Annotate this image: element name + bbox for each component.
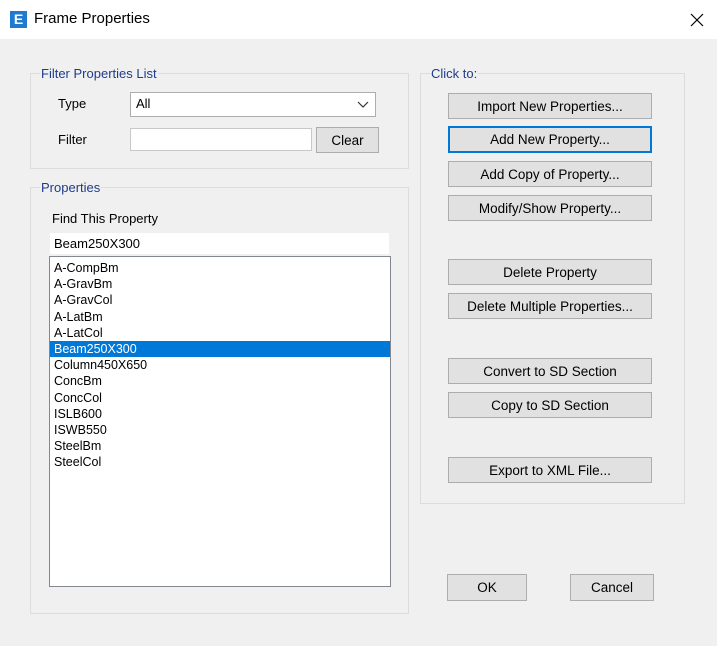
type-dropdown-value: All <box>136 96 151 111</box>
import-new-properties-button[interactable]: Import New Properties... <box>448 93 652 119</box>
add-copy-property-button[interactable]: Add Copy of Property... <box>448 161 652 187</box>
properties-group-label: Properties <box>40 180 102 195</box>
filter-group-label: Filter Properties List <box>40 66 158 81</box>
list-item[interactable]: SteelCol <box>50 454 390 470</box>
cancel-button[interactable]: Cancel <box>570 574 654 601</box>
list-item[interactable]: Beam250X300 <box>50 340 390 358</box>
list-item[interactable]: A-LatCol <box>50 325 390 341</box>
list-item[interactable]: ISWB550 <box>50 422 390 438</box>
app-logo-icon: E <box>10 11 27 28</box>
window-title: Frame Properties <box>34 10 150 27</box>
find-property-label: Find This Property <box>52 211 158 226</box>
list-item[interactable]: A-CompBm <box>50 260 390 276</box>
list-item[interactable]: A-GravCol <box>50 292 390 308</box>
list-item[interactable]: SteelBm <box>50 438 390 454</box>
properties-list[interactable]: A-CompBm A-GravBm A-GravCol A-LatBm A-LatCol… <box>49 256 391 587</box>
list-item[interactable]: Column450X650 <box>50 357 390 373</box>
type-label: Type <box>58 96 87 111</box>
export-to-xml-button[interactable]: Export to XML File... <box>448 457 652 483</box>
click-to-group-label: Click to: <box>430 66 479 81</box>
close-button[interactable] <box>676 0 717 39</box>
delete-multiple-properties-button[interactable]: Delete Multiple Properties... <box>448 293 652 319</box>
find-property-input[interactable] <box>49 232 390 255</box>
list-item[interactable]: ISLB600 <box>50 406 390 422</box>
list-item[interactable]: A-GravBm <box>50 276 390 292</box>
list-item[interactable]: ConcBm <box>50 373 390 389</box>
type-dropdown[interactable]: All <box>130 92 376 117</box>
list-item[interactable]: A-LatBm <box>50 309 390 325</box>
title-bar: E Frame Properties <box>0 0 717 39</box>
close-icon <box>690 13 703 26</box>
filter-group <box>30 73 409 169</box>
modify-show-property-button[interactable]: Modify/Show Property... <box>448 195 652 221</box>
delete-property-button[interactable]: Delete Property <box>448 259 652 285</box>
ok-button[interactable]: OK <box>447 574 527 601</box>
filter-label: Filter <box>58 132 87 147</box>
list-item[interactable]: ConcCol <box>50 390 390 406</box>
chevron-down-icon <box>357 101 369 108</box>
convert-to-sd-section-button[interactable]: Convert to SD Section <box>448 358 652 384</box>
filter-input[interactable] <box>130 128 312 151</box>
copy-to-sd-section-button[interactable]: Copy to SD Section <box>448 392 652 418</box>
add-new-property-button[interactable]: Add New Property... <box>448 126 652 153</box>
clear-button[interactable]: Clear <box>316 127 379 153</box>
